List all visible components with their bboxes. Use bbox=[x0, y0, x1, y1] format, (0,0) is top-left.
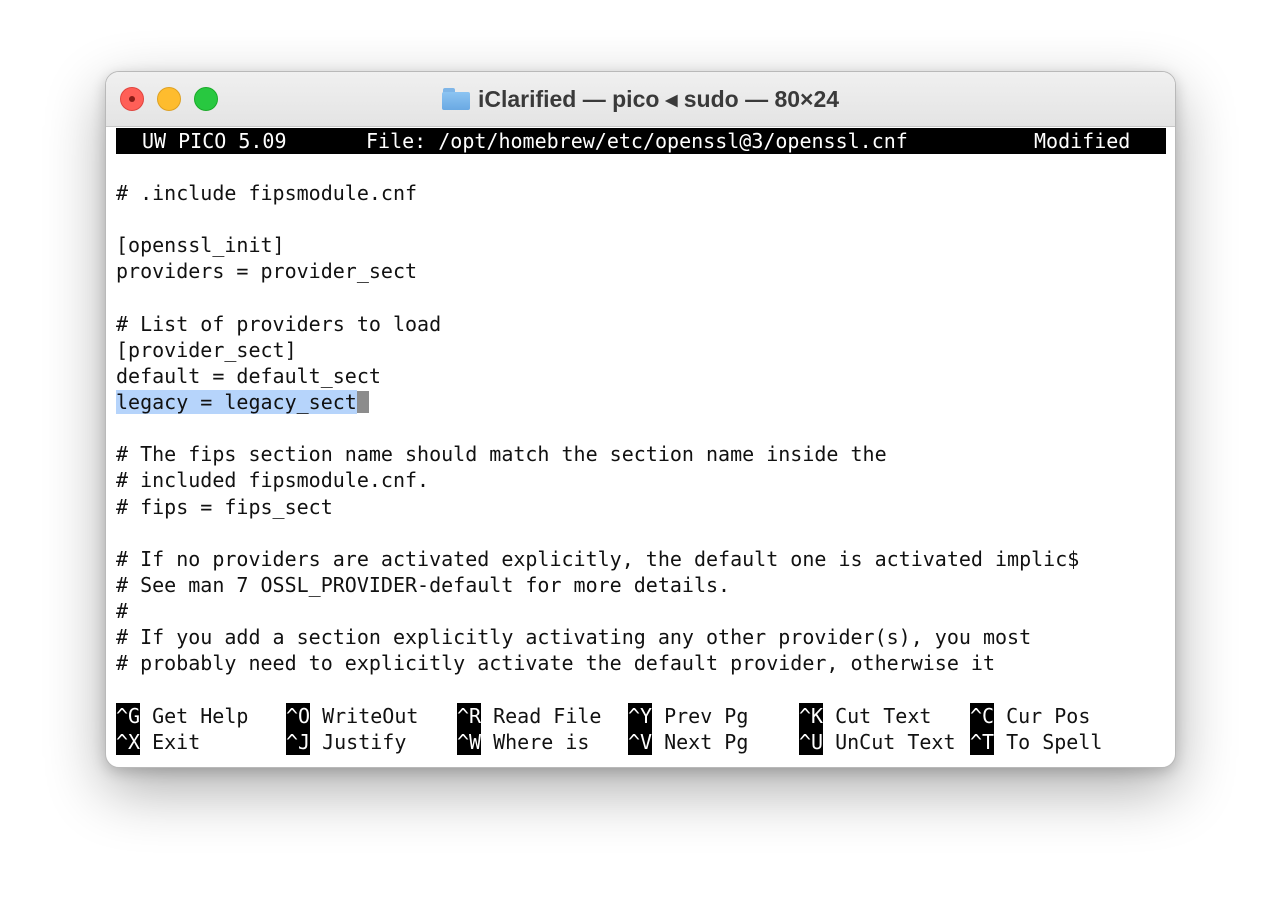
shortcut-key: ^V bbox=[628, 729, 653, 755]
title-bar[interactable]: iClarified — pico ◂ sudo — 80×24 bbox=[106, 72, 1175, 127]
pico-header-bar: UW PICO 5.09 File: /opt/homebrew/etc/ope… bbox=[116, 128, 1166, 154]
shortcut-exit[interactable]: ^X Exit bbox=[116, 729, 200, 755]
shortcut-key: ^O bbox=[286, 703, 311, 729]
shortcut-key: ^T bbox=[970, 729, 995, 755]
shortcut-key: ^X bbox=[116, 729, 141, 755]
shortcut-label: Cut Text bbox=[835, 704, 932, 728]
shortcut-label: Read File bbox=[493, 704, 602, 728]
editor-line[interactable]: [provider_sect] bbox=[116, 337, 297, 363]
editor-line[interactable]: # probably need to explicitly activate t… bbox=[116, 650, 995, 676]
shortcut-key: ^K bbox=[799, 703, 824, 729]
shortcut-justify[interactable]: ^J Justify bbox=[286, 729, 406, 755]
editor-line[interactable]: # fips = fips_sect bbox=[116, 494, 333, 520]
window-title: iClarified — pico ◂ sudo — 80×24 bbox=[106, 72, 1175, 126]
editor-line[interactable]: [openssl_init] bbox=[116, 232, 285, 258]
window-title-text: iClarified — pico ◂ sudo — 80×24 bbox=[477, 85, 840, 112]
editor-line[interactable]: providers = provider_sect bbox=[116, 258, 417, 284]
editor-line[interactable]: # List of providers to load bbox=[116, 311, 441, 337]
selected-text[interactable]: legacy = legacy_sect bbox=[116, 390, 357, 414]
editor-line[interactable]: # included fipsmodule.cnf. bbox=[116, 467, 429, 493]
pico-app-name: UW PICO 5.09 bbox=[142, 129, 287, 153]
shortcut-to-spell[interactable]: ^T To Spell bbox=[970, 729, 1102, 755]
editor-line[interactable]: default = default_sect bbox=[116, 363, 381, 389]
shortcut-label: Prev Pg bbox=[664, 704, 749, 728]
shortcut-label: Justify bbox=[322, 730, 407, 754]
shortcut-label: UnCut Text bbox=[835, 730, 956, 754]
shortcut-next-pg[interactable]: ^V Next Pg bbox=[628, 729, 748, 755]
shortcut-label: Next Pg bbox=[664, 730, 749, 754]
shortcut-prev-pg[interactable]: ^Y Prev Pg bbox=[628, 703, 748, 729]
shortcut-get-help[interactable]: ^G Get Help bbox=[116, 703, 248, 729]
shortcut-read-file[interactable]: ^R Read File bbox=[457, 703, 601, 729]
editor-line-selected[interactable]: legacy = legacy_sect bbox=[116, 389, 369, 415]
terminal-content[interactable]: UW PICO 5.09 File: /opt/homebrew/etc/ope… bbox=[116, 127, 1166, 757]
shortcut-key: ^W bbox=[457, 729, 482, 755]
shortcut-label: Cur Pos bbox=[1006, 704, 1091, 728]
shortcut-label: To Spell bbox=[1006, 730, 1103, 754]
shortcut-cut-text[interactable]: ^K Cut Text bbox=[799, 703, 931, 729]
shortcut-label: Exit bbox=[152, 730, 201, 754]
editor-line[interactable]: # If no providers are activated explicit… bbox=[116, 546, 1079, 572]
shortcut-key: ^C bbox=[970, 703, 995, 729]
shortcut-label: Get Help bbox=[152, 704, 249, 728]
shortcut-key: ^U bbox=[799, 729, 824, 755]
folder-icon bbox=[441, 88, 470, 110]
pico-modified-status: Modified bbox=[1034, 129, 1131, 153]
pico-file-path: File: /opt/homebrew/etc/openssl@3/openss… bbox=[366, 129, 908, 153]
shortcut-label: WriteOut bbox=[322, 704, 419, 728]
shortcut-cur-pos[interactable]: ^C Cur Pos bbox=[970, 703, 1090, 729]
editor-line[interactable]: # See man 7 OSSL_PROVIDER-default for mo… bbox=[116, 572, 730, 598]
editor-line[interactable]: # bbox=[116, 598, 128, 624]
text-cursor bbox=[356, 391, 369, 413]
editor-line[interactable]: # If you add a section explicitly activa… bbox=[116, 624, 1031, 650]
shortcut-uncut-text[interactable]: ^U UnCut Text bbox=[799, 729, 956, 755]
editor-line[interactable]: # The fips section name should match the… bbox=[116, 441, 887, 467]
shortcut-key: ^Y bbox=[628, 703, 653, 729]
shortcut-key: ^J bbox=[286, 729, 311, 755]
shortcut-label: Where is bbox=[493, 730, 590, 754]
shortcut-where-is[interactable]: ^W Where is bbox=[457, 729, 589, 755]
terminal-window: iClarified — pico ◂ sudo — 80×24 UW PICO… bbox=[105, 71, 1176, 768]
shortcut-key: ^R bbox=[457, 703, 482, 729]
shortcut-key: ^G bbox=[116, 703, 141, 729]
editor-line[interactable]: # .include fipsmodule.cnf bbox=[116, 180, 417, 206]
shortcut-writeout[interactable]: ^O WriteOut bbox=[286, 703, 418, 729]
